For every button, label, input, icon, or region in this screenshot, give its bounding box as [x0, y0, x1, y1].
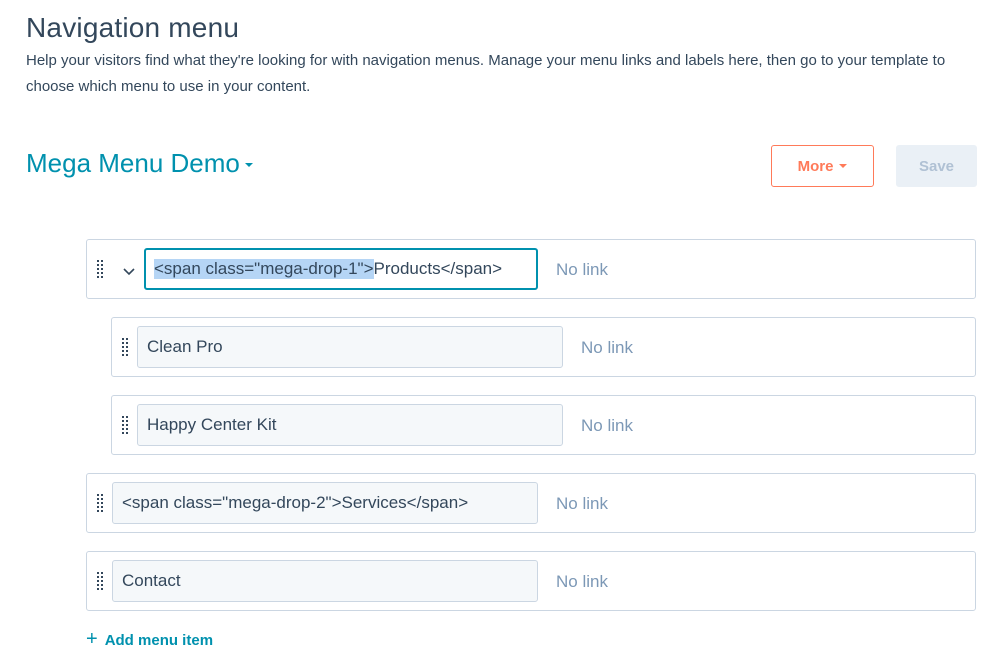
- caret-down-icon: [839, 164, 848, 168]
- menu-item-link[interactable]: No link: [556, 572, 608, 592]
- label-text: <span class="mega-drop-2">Services</span…: [122, 493, 469, 512]
- chevron-down-icon[interactable]: [122, 264, 136, 276]
- label-text: Contact: [122, 571, 181, 590]
- menu-item-row: Clean Pro No link: [111, 317, 976, 377]
- menu-item-row: Contact No link: [86, 551, 976, 611]
- label-text: Happy Center Kit: [147, 415, 277, 434]
- drag-handle-icon[interactable]: [121, 337, 129, 359]
- menu-item-link[interactable]: No link: [556, 260, 608, 280]
- drag-handle-icon[interactable]: [96, 493, 104, 515]
- menu-item-label-input[interactable]: <span class="mega-drop-2">Services</span…: [112, 482, 538, 524]
- plus-icon: +: [86, 628, 98, 650]
- more-button[interactable]: More: [771, 145, 874, 187]
- drag-handle-icon[interactable]: [121, 415, 129, 437]
- menu-item-link[interactable]: No link: [556, 494, 608, 514]
- save-button[interactable]: Save: [896, 145, 977, 187]
- label-text: Clean Pro: [147, 337, 223, 356]
- caret-down-icon: [244, 162, 253, 167]
- page-title: Navigation menu: [26, 12, 240, 43]
- menu-item-row: <span class="mega-drop-2">Services</span…: [86, 473, 976, 533]
- menu-item-row: Happy Center Kit No link: [111, 395, 976, 455]
- menu-item-link[interactable]: No link: [581, 338, 633, 358]
- selected-text: <span class="mega-drop-1">: [154, 259, 374, 279]
- menu-name-label: Mega Menu Demo: [26, 148, 240, 178]
- menu-item-label-input[interactable]: <span class="mega-drop-1"> Products</span…: [144, 248, 538, 290]
- menu-selector-dropdown[interactable]: Mega Menu Demo: [26, 148, 253, 179]
- navigation-menu-page: Navigation menu Help your visitors find …: [0, 0, 1000, 667]
- drag-handle-icon[interactable]: [96, 571, 104, 593]
- page-description: Help your visitors find what they're loo…: [26, 52, 946, 95]
- menu-item-link[interactable]: No link: [581, 416, 633, 436]
- add-menu-item-label: Add menu item: [104, 632, 214, 649]
- more-button-label: More: [797, 157, 834, 175]
- menu-item-row: <span class="mega-drop-1"> Products</span…: [86, 239, 976, 299]
- menu-item-label-input[interactable]: Contact: [112, 560, 538, 602]
- label-text: Products</span>: [373, 259, 503, 278]
- add-menu-item-button[interactable]: + Add menu item: [86, 628, 214, 651]
- save-button-label: Save: [918, 157, 955, 175]
- menu-item-label-input[interactable]: Happy Center Kit: [137, 404, 563, 446]
- drag-handle-icon[interactable]: [96, 259, 104, 281]
- menu-item-label-input[interactable]: Clean Pro: [137, 326, 563, 368]
